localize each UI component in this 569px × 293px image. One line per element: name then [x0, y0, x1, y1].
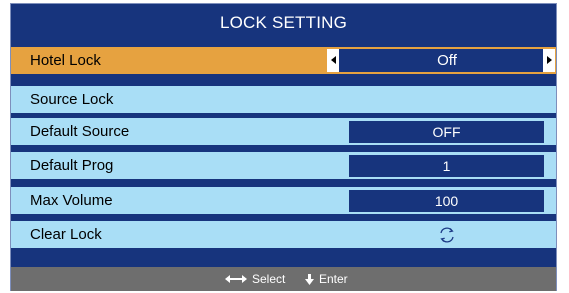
hotel-lock-value[interactable]: Off	[339, 49, 555, 72]
down-arrow-icon	[305, 273, 314, 285]
default-source-value[interactable]: OFF	[349, 121, 544, 143]
enter-hint-label: Enter	[319, 272, 348, 286]
max-volume-label: Max Volume	[30, 192, 113, 209]
menu-item-clear-lock[interactable]: Clear Lock	[11, 221, 556, 248]
menu-title: LOCK SETTING	[219, 13, 348, 32]
select-hint-label: Select	[252, 272, 286, 286]
right-arrow-icon[interactable]	[543, 49, 555, 72]
menu-item-source-lock[interactable]: Source Lock	[11, 86, 556, 113]
source-lock-label: Source Lock	[30, 91, 114, 108]
menu-item-default-source[interactable]: Default Source OFF	[11, 118, 556, 145]
default-source-label: Default Source	[30, 123, 130, 140]
menu-item-hotel-lock[interactable]: Hotel Lock Off	[11, 47, 556, 74]
enter-hint: Enter	[305, 267, 348, 291]
clear-lock-label: Clear Lock	[30, 226, 102, 243]
left-right-arrow-icon	[225, 275, 247, 283]
hotel-lock-label: Hotel Lock	[30, 52, 101, 69]
footer-hint-bar: Select Enter	[11, 267, 556, 291]
default-prog-value[interactable]: 1	[349, 155, 544, 177]
select-hint: Select	[225, 267, 285, 291]
default-prog-label: Default Prog	[30, 157, 114, 174]
menu-item-default-prog[interactable]: Default Prog 1	[11, 152, 556, 179]
left-arrow-icon[interactable]	[327, 49, 339, 72]
menu-item-max-volume[interactable]: Max Volume 100	[11, 187, 556, 214]
reset-icon[interactable]	[437, 225, 457, 245]
lock-setting-menu: LOCK SETTING Hotel Lock Off Source Lock …	[10, 3, 557, 291]
max-volume-value[interactable]: 100	[349, 190, 544, 212]
